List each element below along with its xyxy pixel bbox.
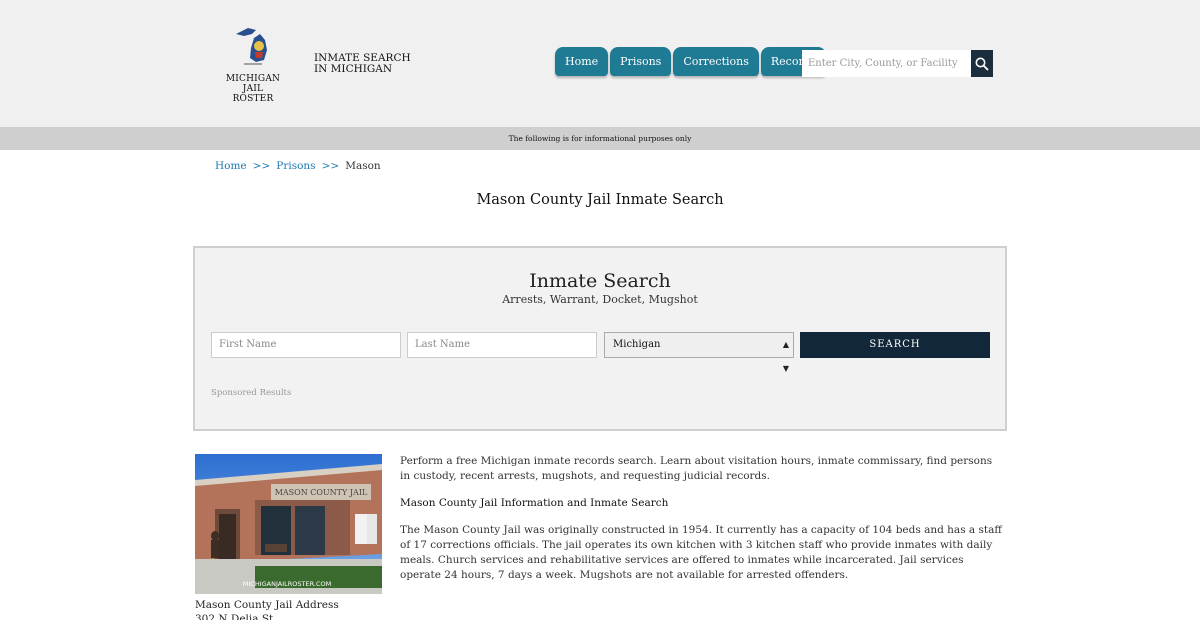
first-name-input[interactable]: First Name: [211, 332, 401, 358]
search-icon: [975, 57, 989, 71]
panel-title: Inmate Search: [529, 270, 671, 292]
page-title: Mason County Jail Inmate Search: [476, 192, 724, 208]
chevron-down-icon: ▲ ▼: [782, 340, 789, 373]
logo-text: MICHIGAN JAIL ROSTER: [225, 74, 281, 104]
section-heading: Mason County Jail Information and Inmate…: [400, 497, 669, 509]
michigan-map-icon: [236, 28, 267, 65]
facility-search-button[interactable]: [971, 50, 993, 77]
site-header: MICHIGAN JAIL ROSTER INMATE SEARCH IN MI…: [0, 0, 1200, 127]
breadcrumb: Home >> Prisons >> Mason: [215, 160, 381, 172]
facility-search-input[interactable]: Enter City, County, or Facility: [802, 50, 972, 77]
jail-building-image: MASON COUNTY JAIL MICHIGANJAILROSTER.COM: [195, 454, 382, 594]
jail-photo: MASON COUNTY JAIL MICHIGANJAILROSTER.COM: [195, 454, 382, 594]
intro-paragraph: Perform a free Michigan inmate records s…: [400, 455, 993, 482]
state-select-value: Michigan: [613, 339, 661, 350]
info-banner: The following is for informational purpo…: [0, 127, 1200, 150]
last-name-input[interactable]: Last Name: [407, 332, 597, 358]
breadcrumb-prisons[interactable]: Prisons: [276, 160, 315, 172]
inmate-search-button[interactable]: SEARCH: [800, 332, 990, 358]
main-nav: Home Prisons Corrections Records: [555, 47, 828, 76]
photo-watermark: MICHIGANJAILROSTER.COM: [243, 580, 331, 588]
sponsored-results-label: Sponsored Results: [211, 388, 292, 398]
panel-subtitle: Arrests, Warrant, Docket, Mugshot: [502, 293, 698, 306]
nav-prisons[interactable]: Prisons: [610, 47, 672, 76]
site-logo[interactable]: MICHIGAN JAIL ROSTER: [222, 20, 284, 104]
address-street: 302 N Delia St: [195, 613, 274, 620]
state-select[interactable]: Michigan ▲ ▼: [604, 332, 794, 373]
address-heading: Mason County Jail Address: [195, 599, 339, 611]
breadcrumb-home[interactable]: Home: [215, 160, 247, 172]
breadcrumb-separator: >>: [252, 160, 271, 172]
nav-corrections[interactable]: Corrections: [673, 47, 759, 76]
breadcrumb-separator: >>: [321, 160, 340, 172]
jail-sign-text: MASON COUNTY JAIL: [275, 488, 368, 497]
jail-address: Mason County Jail Address 302 N Delia St: [195, 598, 339, 620]
site-tagline: INMATE SEARCH IN MICHIGAN: [314, 52, 411, 75]
main-content: Perform a free Michigan inmate records s…: [400, 454, 1005, 595]
breadcrumb-current: Mason: [345, 160, 381, 172]
body-paragraph: The Mason County Jail was originally con…: [400, 524, 1002, 581]
nav-home[interactable]: Home: [555, 47, 609, 76]
inmate-search-panel: Inmate Search Arrests, Warrant, Docket, …: [193, 246, 1007, 431]
